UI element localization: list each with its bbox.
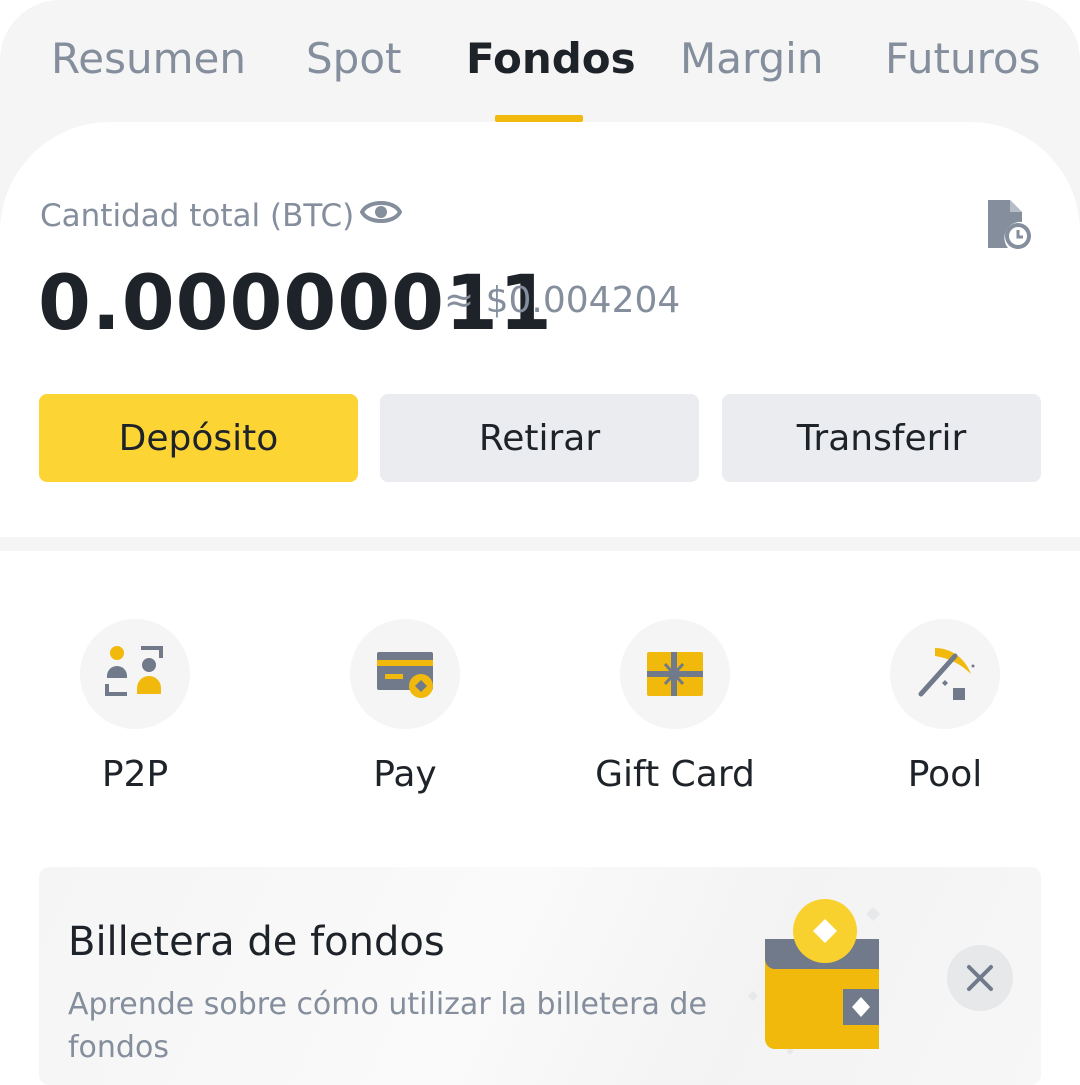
banner-close-button[interactable] xyxy=(947,945,1013,1011)
section-divider xyxy=(0,537,1080,551)
tab-margin[interactable]: Margin xyxy=(680,34,823,83)
eye-icon[interactable] xyxy=(359,194,403,230)
balance-label: Cantidad total (BTC) xyxy=(40,198,355,234)
wallet-coin-illustration xyxy=(748,899,880,1054)
shortcut-pay[interactable]: Pay xyxy=(305,619,505,809)
mining-pickaxe-icon xyxy=(918,648,975,700)
gift-card-icon-circle xyxy=(620,619,730,729)
tab-resumen[interactable]: Resumen xyxy=(51,34,246,83)
balance-fiat-approx: ≈ $0.004204 xyxy=(444,280,681,321)
active-tab-indicator xyxy=(495,115,583,122)
withdraw-button[interactable]: Retirar xyxy=(380,394,699,482)
pay-icon-circle xyxy=(350,619,460,729)
tab-spot[interactable]: Spot xyxy=(306,34,401,83)
shortcut-label: Pool xyxy=(907,754,983,795)
tab-fondos[interactable]: Fondos xyxy=(466,34,636,83)
shortcut-label: P2P xyxy=(101,754,169,795)
deposit-button[interactable]: Depósito xyxy=(39,394,358,482)
wallet-tabs: Resumen Spot Fondos Margin Futuros xyxy=(0,0,1080,122)
shortcut-label: Gift Card xyxy=(595,754,755,795)
shortcut-p2p[interactable]: P2P xyxy=(35,619,235,809)
transaction-history-icon[interactable] xyxy=(984,196,1034,252)
pool-icon-circle xyxy=(890,619,1000,729)
shortcuts-section: P2P Pay Gift Card Pool Billetera de fond… xyxy=(0,551,1080,1085)
pay-card-icon xyxy=(377,652,433,698)
p2p-users-icon xyxy=(105,646,163,696)
banner-description: Aprende sobre cómo utilizar la billetera… xyxy=(68,987,707,1065)
shortcut-gift-card[interactable]: Gift Card xyxy=(575,619,775,809)
banner-title: Billetera de fondos xyxy=(68,919,445,965)
funding-wallet-banner[interactable]: Billetera de fondos Aprende sobre cómo u… xyxy=(39,867,1041,1085)
app-screen: Resumen Spot Fondos Margin Futuros Canti… xyxy=(0,0,1080,1085)
transfer-button[interactable]: Transferir xyxy=(722,394,1041,482)
gift-card-icon xyxy=(647,652,703,696)
p2p-icon-circle xyxy=(80,619,190,729)
shortcut-label: Pay xyxy=(373,754,437,795)
close-icon xyxy=(967,965,993,991)
shortcut-pool[interactable]: Pool xyxy=(845,619,1045,809)
balance-card: Cantidad total (BTC) 0.00000011 ≈ $0.004… xyxy=(0,122,1080,537)
tab-futuros[interactable]: Futuros xyxy=(885,34,1041,83)
